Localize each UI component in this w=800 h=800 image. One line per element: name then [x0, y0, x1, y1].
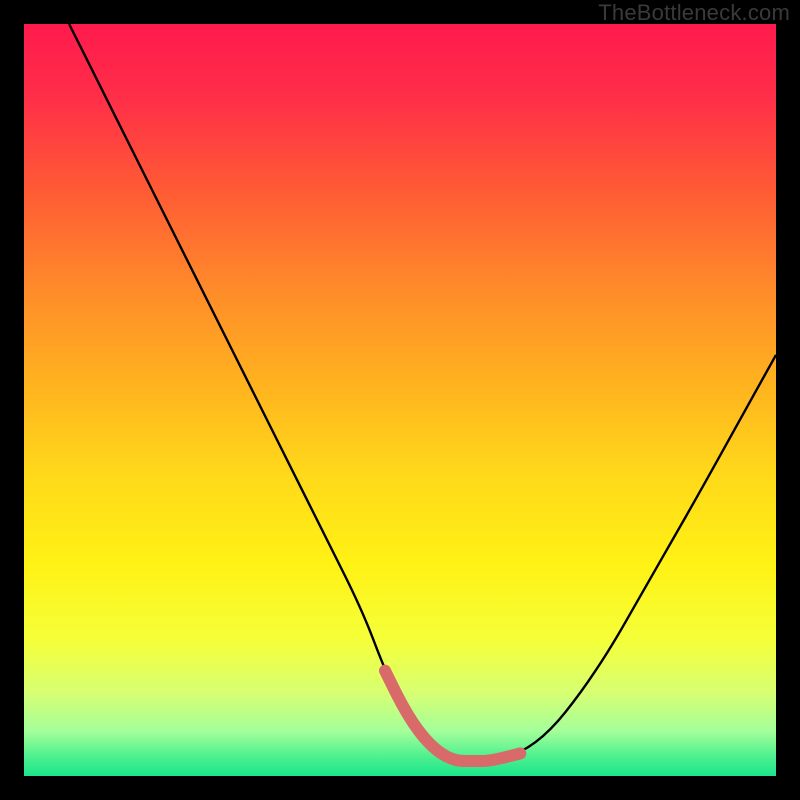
bottleneck-curve: [69, 24, 776, 761]
watermark-text: TheBottleneck.com: [598, 0, 790, 26]
bottleneck-trough-highlight: [385, 671, 520, 761]
chart-frame: TheBottleneck.com: [0, 0, 800, 800]
curve-layer: [24, 24, 776, 776]
plot-area: [24, 24, 776, 776]
